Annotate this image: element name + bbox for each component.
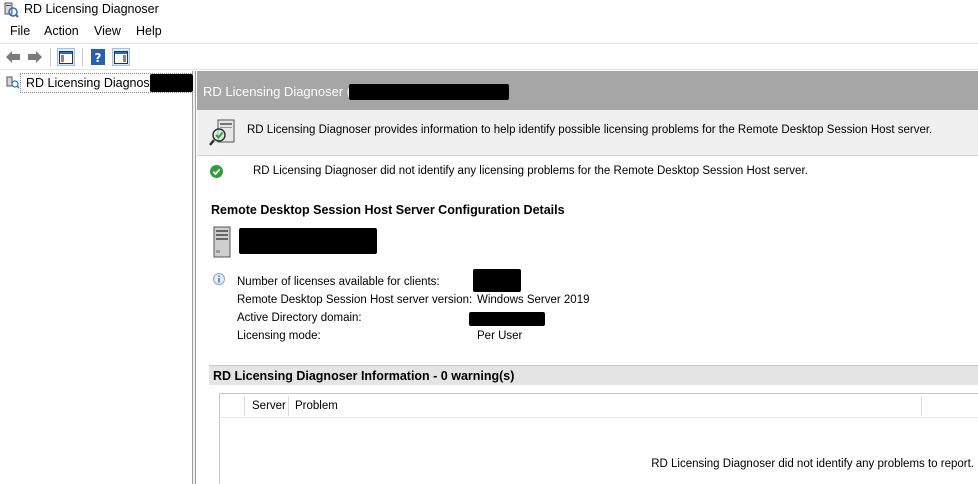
menu-file[interactable]: File: [10, 24, 30, 38]
forward-arrow-icon[interactable]: [26, 48, 44, 66]
menu-action[interactable]: Action: [44, 24, 79, 38]
show-hide-action-pane-icon[interactable]: [112, 48, 130, 66]
redacted-block: [473, 269, 521, 292]
redacted-block: [349, 84, 509, 100]
section-title: Remote Desktop Session Host Server Confi…: [211, 203, 565, 217]
title-bar: RD Licensing Diagnoser: [0, 0, 978, 21]
console-tree: RD Licensing Diagnoser: [0, 71, 195, 484]
ok-check-icon: [210, 165, 223, 181]
pane-splitter[interactable]: [193, 71, 196, 484]
detail-value-licensing-mode: Per User: [477, 330, 523, 342]
column-divider[interactable]: [244, 396, 245, 416]
redacted-block: [150, 74, 193, 92]
column-header-problem[interactable]: Problem: [295, 400, 338, 412]
info-banner: RD Licensing Diagnoser provides informat…: [197, 110, 978, 156]
warnings-header: RD Licensing Diagnoser Information - 0 w…: [209, 365, 978, 385]
show-hide-console-tree-icon[interactable]: [57, 48, 75, 66]
back-arrow-icon[interactable]: [4, 48, 22, 66]
detail-label-ad-domain: Active Directory domain:: [237, 312, 362, 324]
redacted-block: [469, 312, 545, 326]
page-title: RD Licensing Diagnoser (: [203, 84, 352, 99]
redacted-block: [239, 228, 377, 254]
tree-node-icon: [6, 76, 20, 93]
toolbar-separator: [50, 48, 51, 66]
window-title: RD Licensing Diagnoser: [24, 2, 159, 16]
column-header-server[interactable]: Server: [252, 400, 286, 412]
detail-label-licensing-mode: Licensing mode:: [237, 330, 321, 342]
empty-list-message: RD Licensing Diagnoser did not identify …: [651, 458, 974, 470]
column-divider[interactable]: [288, 396, 289, 416]
status-line: RD Licensing Diagnoser did not identify …: [197, 156, 978, 183]
header-bar: RD Licensing Diagnoser (: [197, 71, 978, 110]
help-icon[interactable]: ?: [89, 48, 107, 66]
menu-bar: File Action View Help: [0, 21, 978, 42]
detail-label-server-version: Remote Desktop Session Host server versi…: [237, 294, 473, 306]
toolbar-separator: [82, 48, 83, 66]
info-text: RD Licensing Diagnoser provides informat…: [247, 124, 933, 136]
diagnoser-icon: [209, 118, 239, 151]
results-pane: RD Licensing Diagnoser ( RD Licensing Di…: [197, 71, 978, 484]
info-icon: [213, 273, 225, 288]
menu-view[interactable]: View: [94, 24, 121, 38]
detail-label-licenses: Number of licenses available for clients…: [237, 276, 440, 288]
list-header: Server Problem: [220, 394, 978, 418]
warnings-title: RD Licensing Diagnoser Information - 0 w…: [213, 369, 515, 383]
menu-help[interactable]: Help: [136, 24, 162, 38]
toolbar: ?: [0, 43, 978, 70]
server-icon: [211, 226, 233, 258]
column-divider[interactable]: [921, 396, 922, 416]
problems-list[interactable]: Server Problem RD Licensing Diagnoser di…: [219, 393, 978, 484]
status-text: RD Licensing Diagnoser did not identify …: [253, 165, 808, 177]
detail-value-server-version: Windows Server 2019: [477, 294, 590, 306]
tree-item-label: RD Licensing Diagnoser: [26, 76, 161, 90]
rd-licensing-icon: [3, 2, 19, 18]
svg-text:?: ?: [95, 51, 102, 65]
